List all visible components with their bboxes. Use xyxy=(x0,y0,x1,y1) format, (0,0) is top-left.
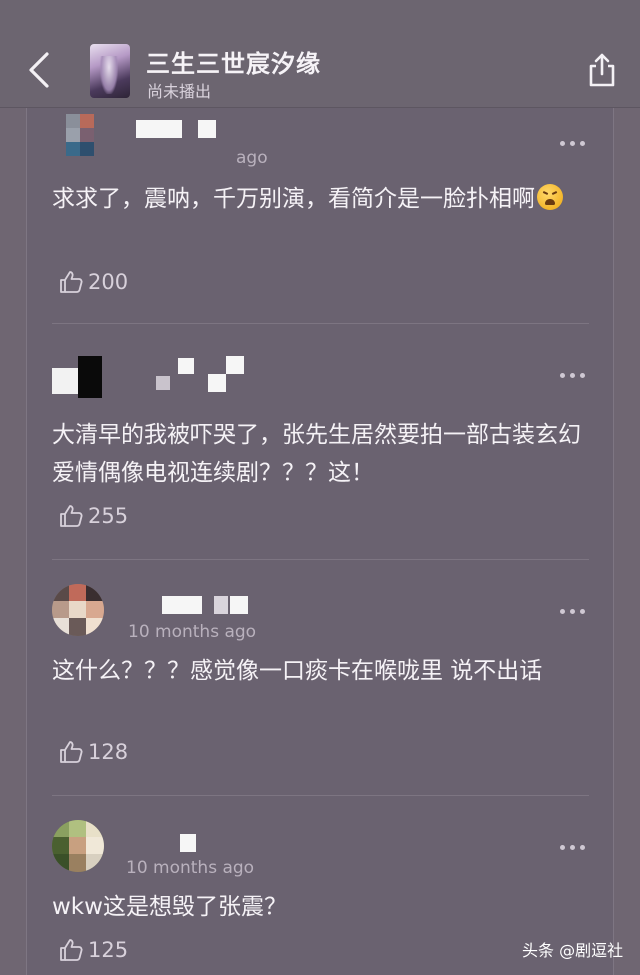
avatar[interactable] xyxy=(52,114,104,166)
comment-text: wkw这是想毁了张震？ xyxy=(52,894,287,920)
comment-text: 这什么？？？感觉像一口痰卡在喉咙里 说不出话 xyxy=(52,658,543,684)
comment-text: 求求了，震呐，千万别演，看简介是一脸扑相啊 xyxy=(52,180,592,218)
drama-status: 尚未播出 xyxy=(147,82,212,101)
like-button[interactable]: 128 xyxy=(58,738,128,766)
timestamp: 10 months ago xyxy=(128,622,257,642)
share-icon xyxy=(589,53,615,87)
chevron-left-icon xyxy=(29,52,49,88)
dot-icon xyxy=(570,844,575,850)
comment-item: 大清早的我被吓哭了，张先生居然要拍一部古装玄幻爱情偶像电视连续剧？？？这！ 25… xyxy=(26,324,614,559)
thumbs-up-icon xyxy=(60,741,83,763)
dot-icon xyxy=(580,608,585,614)
like-count: 255 xyxy=(88,504,129,528)
more-options-button[interactable] xyxy=(560,604,590,618)
comment-item: 10 months ago 这什么？？？感觉像一口痰卡在喉咙里 说不出话 128 xyxy=(26,560,614,795)
dot-icon xyxy=(560,608,565,614)
comment-text: 大清早的我被吓哭了，张先生居然要拍一部古装玄幻爱情偶像电视连续剧？？？这！ xyxy=(52,422,581,486)
dot-icon xyxy=(580,844,585,850)
watermark: 头条 @剧逗社 xyxy=(522,937,623,961)
watermark-text: 头条 @剧逗社 xyxy=(522,941,624,960)
avatar[interactable] xyxy=(52,584,104,636)
back-button[interactable] xyxy=(22,50,56,90)
more-options-button[interactable] xyxy=(560,136,590,150)
dot-icon xyxy=(560,140,565,146)
dot-icon xyxy=(580,140,585,146)
like-button[interactable]: 125 xyxy=(58,936,128,964)
tired-face-emoji-icon xyxy=(537,184,563,210)
thumbs-up-icon xyxy=(60,505,83,527)
avatar[interactable] xyxy=(52,820,104,872)
drama-cover-thumbnail[interactable] xyxy=(90,44,130,98)
like-count: 128 xyxy=(88,740,129,764)
dot-icon xyxy=(560,372,565,378)
like-count: 125 xyxy=(88,938,129,962)
timestamp: ago xyxy=(236,148,268,168)
comment-text-content: 求求了，震呐，千万别演，看简介是一脸扑相啊 xyxy=(52,186,535,212)
dot-icon xyxy=(570,608,575,614)
more-options-button[interactable] xyxy=(560,368,590,382)
more-options-button[interactable] xyxy=(560,840,590,854)
timestamp: 10 months ago xyxy=(126,858,255,878)
comment-item: ago 求求了，震呐，千万别演，看简介是一脸扑相啊 200 xyxy=(26,108,614,323)
drama-title[interactable]: 三生三世宸汐缘 xyxy=(146,44,321,79)
thumbs-up-icon xyxy=(60,271,83,293)
like-button[interactable]: 200 xyxy=(58,268,128,296)
dot-icon xyxy=(560,844,565,850)
dot-icon xyxy=(580,372,585,378)
avatar[interactable] xyxy=(52,346,104,398)
dot-icon xyxy=(570,140,575,146)
app-header: 三生三世宸汐缘 尚未播出 xyxy=(0,0,640,108)
dot-icon xyxy=(570,372,575,378)
thumbs-up-icon xyxy=(60,939,83,961)
share-button[interactable] xyxy=(584,50,620,90)
like-count: 200 xyxy=(88,270,129,294)
like-button[interactable]: 255 xyxy=(58,502,128,530)
